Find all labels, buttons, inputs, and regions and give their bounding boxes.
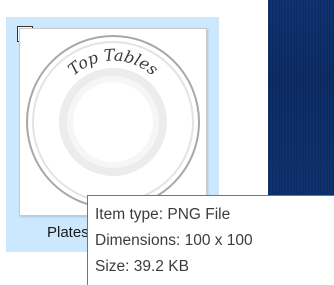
adjacent-file-thumbnail[interactable] [268,0,334,195]
plate-image-icon: Top Tables [26,35,200,209]
tooltip-size: Size: 39.2 KB [95,258,189,275]
file-explorer-view: Top Tables Plates Item type: PNG File Di… [0,0,334,285]
tooltip-item-type: Item type: PNG File [95,206,231,223]
file-info-tooltip: Item type: PNG File Dimensions: 100 x 10… [87,195,334,285]
file-thumbnail: Top Tables [19,28,207,216]
tooltip-dimensions: Dimensions: 100 x 100 [95,232,253,249]
file-name-label: Plates [47,224,89,241]
